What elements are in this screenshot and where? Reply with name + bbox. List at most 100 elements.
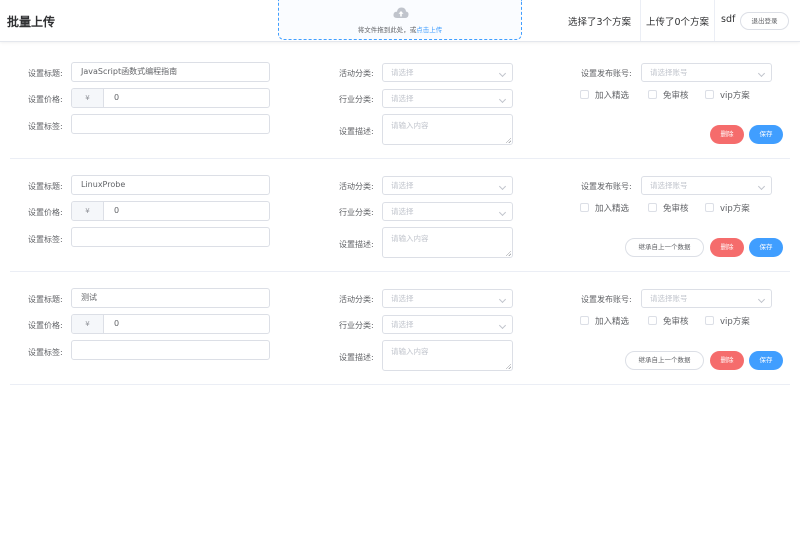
- checkbox-label: vip方案: [720, 204, 750, 214]
- checkbox-label: 免审核: [663, 317, 689, 327]
- activity-category-select[interactable]: 请选择: [382, 63, 513, 82]
- industry-category-label: 行业分类:: [339, 321, 374, 330]
- delete-button[interactable]: 删除: [710, 125, 744, 144]
- price-input[interactable]: ¥ 0: [71, 88, 270, 108]
- checkbox-box[interactable]: [580, 90, 589, 99]
- delete-button[interactable]: 删除: [710, 238, 744, 257]
- checkbox-box[interactable]: [705, 90, 714, 99]
- checkbox-box[interactable]: [648, 316, 657, 325]
- publish-account-select[interactable]: 请选择账号: [641, 289, 772, 308]
- publish-account-label: 设置发布账号:: [581, 295, 632, 304]
- checkbox-label: 加入精选: [595, 91, 630, 101]
- industry-category-select[interactable]: 请选择: [382, 202, 513, 221]
- activity-category-select[interactable]: 请选择: [382, 289, 513, 308]
- checkbox-label: 加入精选: [595, 317, 630, 327]
- tags-input[interactable]: [71, 340, 270, 360]
- header-divider: [714, 0, 715, 41]
- description-textarea[interactable]: 请输入内容: [382, 340, 513, 371]
- select-placeholder: 请选择: [391, 181, 414, 190]
- uploaded-count: 上传了0个方案: [646, 17, 710, 28]
- description-label: 设置描述:: [339, 127, 374, 136]
- checkbox-box[interactable]: [580, 316, 589, 325]
- price-input[interactable]: ¥ 0: [71, 314, 270, 334]
- industry-category-select[interactable]: 请选择: [382, 89, 513, 108]
- select-placeholder: 请选择账号: [650, 68, 688, 77]
- checkbox-box[interactable]: [705, 203, 714, 212]
- publish-account-select[interactable]: 请选择账号: [641, 176, 772, 195]
- price-value: 0: [114, 319, 120, 328]
- title-input[interactable]: 测试: [71, 288, 270, 308]
- logout-button[interactable]: 退出登录: [740, 12, 789, 30]
- resize-handle-icon[interactable]: [505, 363, 511, 369]
- tags-label: 设置标签:: [28, 122, 63, 131]
- save-button[interactable]: 保存: [749, 351, 783, 370]
- currency-prefix: ¥: [72, 89, 104, 107]
- checkbox-label: 免审核: [663, 204, 689, 214]
- tags-input[interactable]: [71, 114, 270, 134]
- chevron-down-icon: [498, 69, 507, 78]
- price-label: 设置价格:: [28, 95, 63, 104]
- delete-button[interactable]: 删除: [710, 351, 744, 370]
- scheme-row: 设置标题: JavaScript函数式编程指南 设置价格: ¥ 0 设置标签: …: [10, 46, 790, 159]
- username: sdf: [721, 14, 736, 25]
- description-textarea[interactable]: 请输入内容: [382, 227, 513, 258]
- price-label: 设置价格:: [28, 321, 63, 330]
- chevron-down-icon: [498, 208, 507, 217]
- upload-link[interactable]: 点击上传: [416, 26, 442, 34]
- chevron-down-icon: [757, 182, 766, 191]
- checkbox-box[interactable]: [648, 90, 657, 99]
- textarea-placeholder: 请输入内容: [391, 347, 429, 356]
- textarea-placeholder: 请输入内容: [391, 121, 429, 130]
- currency-prefix: ¥: [72, 202, 104, 220]
- select-placeholder: 请选择: [391, 320, 414, 329]
- upload-dropzone[interactable]: 将文件拖到此处，或点击上传: [278, 0, 522, 40]
- publish-account-select[interactable]: 请选择账号: [641, 63, 772, 82]
- upload-hint: 将文件拖到此处，或点击上传: [279, 24, 521, 34]
- industry-category-select[interactable]: 请选择: [382, 315, 513, 334]
- checkbox-box[interactable]: [705, 316, 714, 325]
- publish-account-label: 设置发布账号:: [581, 182, 632, 191]
- price-label: 设置价格:: [28, 208, 63, 217]
- title-input[interactable]: LinuxProbe: [71, 175, 270, 195]
- title-input[interactable]: JavaScript函数式编程指南: [71, 62, 270, 82]
- save-button[interactable]: 保存: [749, 238, 783, 257]
- inherit-previous-button[interactable]: 继承自上一个数据: [625, 351, 704, 370]
- title-label: 设置标题:: [28, 182, 63, 191]
- tags-label: 设置标签:: [28, 348, 63, 357]
- select-placeholder: 请选择账号: [650, 294, 688, 303]
- checkbox-label: 免审核: [663, 91, 689, 101]
- resize-handle-icon[interactable]: [505, 250, 511, 256]
- page-title: 批量上传: [7, 15, 56, 29]
- checkbox-label: vip方案: [720, 317, 750, 327]
- price-value: 0: [114, 206, 120, 215]
- upload-hint-text: 将文件拖到此处，或: [357, 26, 417, 34]
- scheme-row: 设置标题: LinuxProbe 设置价格: ¥ 0 设置标签: 活动分类: 请…: [10, 159, 790, 272]
- chevron-down-icon: [498, 95, 507, 104]
- title-label: 设置标题:: [28, 295, 63, 304]
- resize-handle-icon[interactable]: [505, 137, 511, 143]
- currency-prefix: ¥: [72, 315, 104, 333]
- chevron-down-icon: [757, 69, 766, 78]
- select-placeholder: 请选择: [391, 68, 414, 77]
- activity-category-select[interactable]: 请选择: [382, 176, 513, 195]
- checkbox-label: vip方案: [720, 91, 750, 101]
- publish-account-label: 设置发布账号:: [581, 69, 632, 78]
- title-label: 设置标题:: [28, 69, 63, 78]
- select-placeholder: 请选择: [391, 207, 414, 216]
- description-label: 设置描述:: [339, 353, 374, 362]
- chevron-down-icon: [498, 182, 507, 191]
- chevron-down-icon: [757, 295, 766, 304]
- top-bar: 批量上传 将文件拖到此处，或点击上传 选择了3个方案 上传了0个方案 sdf 退…: [0, 0, 800, 42]
- checkbox-box[interactable]: [580, 203, 589, 212]
- save-button[interactable]: 保存: [749, 125, 783, 144]
- checkbox-box[interactable]: [648, 203, 657, 212]
- chevron-down-icon: [498, 295, 507, 304]
- header-divider: [640, 0, 641, 41]
- description-textarea[interactable]: 请输入内容: [382, 114, 513, 145]
- chevron-down-icon: [498, 321, 507, 330]
- activity-category-label: 活动分类:: [339, 69, 374, 78]
- tags-input[interactable]: [71, 227, 270, 247]
- inherit-previous-button[interactable]: 继承自上一个数据: [625, 238, 704, 257]
- scheme-row: 设置标题: 测试 设置价格: ¥ 0 设置标签: 活动分类: 请选择 行业分类:…: [10, 272, 790, 385]
- price-input[interactable]: ¥ 0: [71, 201, 270, 221]
